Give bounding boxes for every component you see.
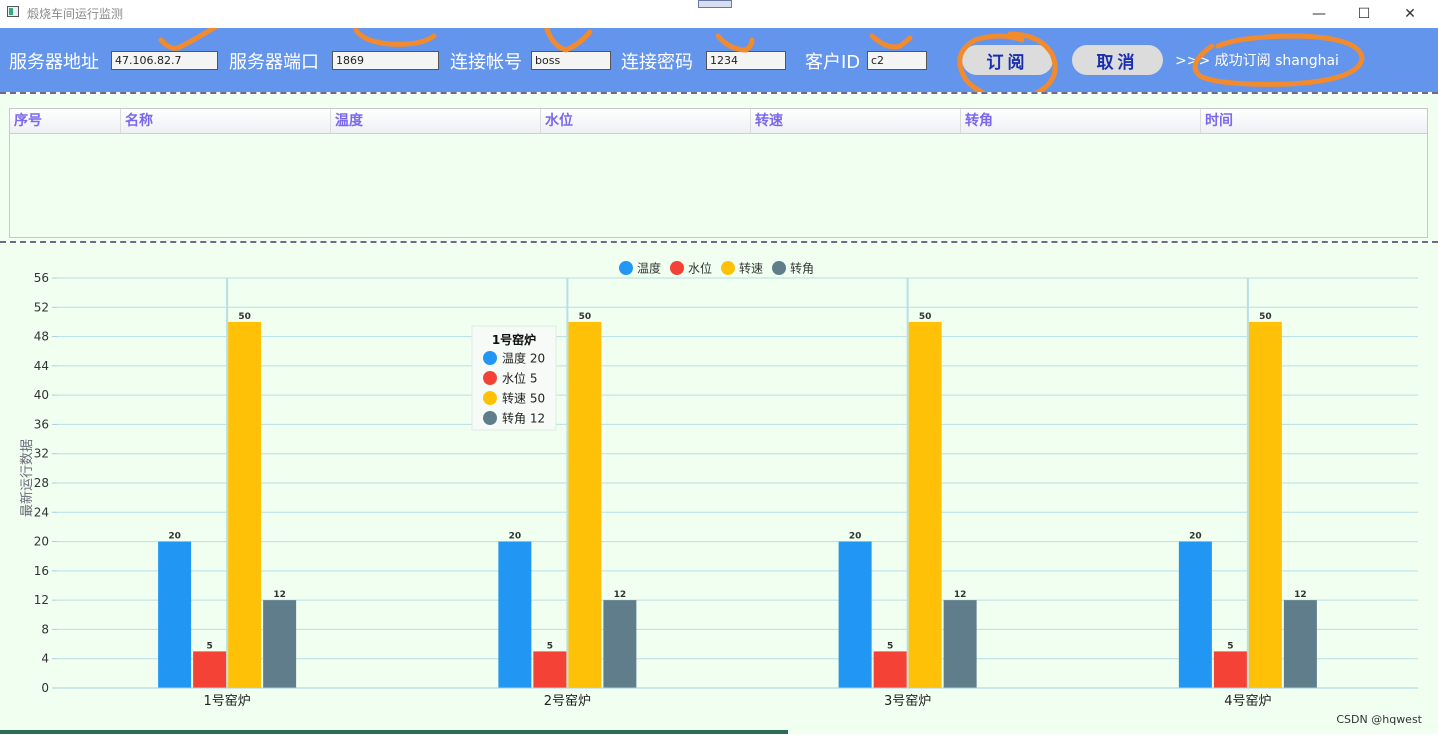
bar-3 [1248,321,1282,688]
y-axis-title: 最新运行数据 [19,439,35,517]
window-title: 煅烧车间运行监测 [27,7,124,21]
maximize-button[interactable]: ☐ [1341,0,1387,28]
bar-data-label: 12 [954,590,967,600]
column-header-index[interactable]: 序号 [10,109,121,133]
bar-data-label: 12 [1294,590,1307,600]
legend-label: 转速 [739,261,763,276]
y-tick-label: 0 [41,681,49,695]
column-header-temperature[interactable]: 温度 [331,109,541,133]
data-grid[interactable]: 序号 名称 温度 水位 转速 转角 时间 [9,108,1428,238]
bar-3 [228,321,262,688]
y-tick-label: 24 [34,505,49,519]
bar-3 [908,321,942,688]
annotation-marks [158,28,1365,92]
taskbar-strip [0,730,788,734]
title-bar: 煅烧车间运行监测 — ☐ ✕ [0,0,1438,28]
column-header-name[interactable]: 名称 [121,109,331,133]
bar-4 [1283,600,1317,688]
bar-data-label: 5 [1227,641,1233,651]
legend-marker [721,261,735,275]
bar-2 [873,651,907,688]
bar-1 [158,541,192,688]
app-icon [7,6,19,17]
bar-data-label: 50 [1259,312,1272,322]
x-tick-label: 2号窑炉 [544,693,591,709]
bar-2 [1213,651,1247,688]
y-tick-label: 8 [41,622,49,636]
bar-data-label: 50 [238,312,251,322]
bar-2 [533,651,567,688]
tooltip-item: 转角 12 [502,411,545,426]
bar-data-label: 5 [206,641,212,651]
bar-chart: 048121620242832364044485256最新运行数据2055012… [19,261,1418,709]
bar-4 [263,600,297,688]
tooltip-item: 温度 20 [502,351,545,366]
legend-label: 温度 [637,261,661,276]
tooltip-marker [483,391,497,405]
tooltip-marker [483,411,497,425]
chart-panel: 0 4 8 12 16 20 24 28 32 36 40 44 48 52 56 最新运行数据 20 5 50 12… [0,244,1438,734]
bar-data-label: 50 [579,312,592,322]
divider-middle [0,241,1438,243]
bar-data-label: 20 [849,532,862,542]
y-tick-label: 56 [34,271,49,285]
minimize-button[interactable]: — [1296,0,1342,28]
tooltip-item: 转速 50 [502,391,545,406]
bar-4 [603,600,637,688]
legend-marker [670,261,684,275]
y-tick-label: 40 [34,388,49,402]
column-header-water-level[interactable]: 水位 [541,109,751,133]
y-tick-label: 52 [34,300,49,314]
watermark: CSDN @hqwest [1336,713,1422,726]
y-tick-label: 28 [34,476,49,490]
bar-2 [193,651,227,688]
bar-1 [1178,541,1212,688]
y-tick-label: 4 [41,652,49,666]
y-tick-label: 44 [34,359,49,373]
x-tick-label: 3号窑炉 [884,693,931,709]
column-header-time[interactable]: 时间 [1201,109,1427,133]
tooltip-title: 1号窑炉 [492,332,536,347]
column-header-angle[interactable]: 转角 [961,109,1201,133]
column-header-speed[interactable]: 转速 [751,109,961,133]
x-tick-label: 1号窑炉 [203,693,250,709]
bar-data-label: 50 [919,312,932,322]
legend-label: 转角 [790,261,814,276]
close-button[interactable]: ✕ [1387,0,1433,28]
bar-data-label: 5 [547,641,553,651]
legend-label: 水位 [688,261,712,276]
y-tick-label: 20 [34,535,49,549]
legend-marker [772,261,786,275]
y-tick-label: 12 [34,593,49,607]
bar-data-label: 20 [168,532,181,542]
grid-header: 序号 名称 温度 水位 转速 转角 时间 [10,109,1427,134]
legend-marker [619,261,633,275]
y-tick-label: 32 [34,447,49,461]
bar-data-label: 12 [614,590,627,600]
x-tick-label: 4号窑炉 [1224,693,1271,709]
bar-data-label: 20 [1189,532,1202,542]
y-tick-label: 36 [34,417,49,431]
tooltip-item: 水位 5 [502,371,537,386]
bar-data-label: 20 [509,532,522,542]
bar-3 [568,321,602,688]
drag-handle[interactable] [698,0,732,8]
table-panel: 序号 名称 温度 水位 转速 转角 时间 [0,94,1438,242]
bar-4 [943,600,977,688]
connection-toolbar: 服务器地址 服务器端口 连接帐号 连接密码 客户ID 订阅 取消 >>> 成功订… [0,28,1438,92]
tooltip-marker [483,351,497,365]
y-tick-label: 48 [34,330,49,344]
bar-1 [498,541,532,688]
bar-data-label: 5 [887,641,893,651]
y-tick-label: 16 [34,564,49,578]
bar-data-label: 12 [273,590,286,600]
bar-1 [838,541,872,688]
tooltip-marker [483,371,497,385]
